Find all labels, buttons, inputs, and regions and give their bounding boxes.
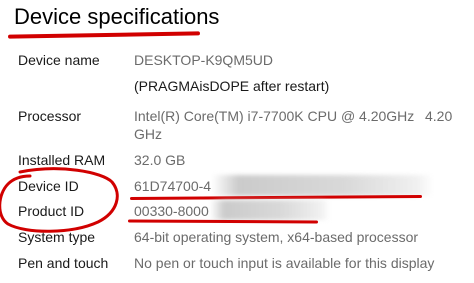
device-name-note: (PRAGMAisDOPE after restart) xyxy=(134,78,330,94)
page-title: Device specifications xyxy=(14,4,220,29)
pen-touch-label: Pen and touch xyxy=(18,255,109,271)
processor-value-wrap: GHz xyxy=(134,126,162,142)
product-id-red-underline xyxy=(127,219,319,224)
labels-red-circle xyxy=(0,167,119,233)
device-specifications-panel: Device specifications Device name DESKTO… xyxy=(0,0,474,283)
product-id-redaction-blur xyxy=(210,200,330,220)
system-type-value[interactable]: 64-bit operating system, x64-based proce… xyxy=(134,229,418,245)
title-red-underline xyxy=(7,31,201,39)
system-type-label: System type xyxy=(18,229,96,245)
installed-ram-value[interactable]: 32.0 GB xyxy=(134,152,185,168)
processor-value[interactable]: Intel(R) Core(TM) i7-7700K CPU @ 4.20GHz xyxy=(134,108,414,124)
processor-label: Processor xyxy=(18,108,82,124)
device-id-redaction-blur xyxy=(212,175,434,196)
processor-value-overflow: 4.20 xyxy=(425,108,453,124)
device-name-value[interactable]: DESKTOP-K9QM5UD xyxy=(134,52,273,68)
device-name-label: Device name xyxy=(18,52,100,68)
device-id-value[interactable]: 61D74700-4 xyxy=(134,178,211,194)
installed-ram-label: Installed RAM xyxy=(18,152,106,168)
product-id-value[interactable]: 00330-8000 xyxy=(134,203,209,219)
pen-touch-value[interactable]: No pen or touch input is available for t… xyxy=(134,255,434,271)
